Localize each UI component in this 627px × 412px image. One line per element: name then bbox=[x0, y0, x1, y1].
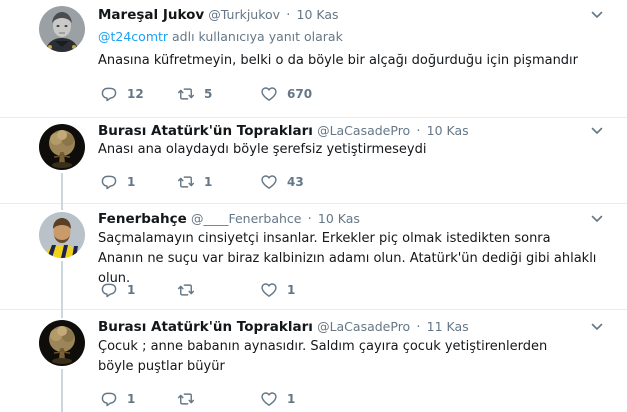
separator-dot: · bbox=[416, 320, 421, 335]
avatar[interactable] bbox=[39, 124, 85, 170]
retweet-icon bbox=[177, 390, 195, 408]
avatar[interactable] bbox=[39, 6, 85, 52]
like-icon bbox=[260, 390, 278, 408]
thread-line bbox=[61, 204, 63, 210]
tweet-header: Mareşal Jukov @Turkjukov · 10 Kas bbox=[98, 7, 339, 24]
reply-icon bbox=[100, 390, 118, 408]
chevron-down-icon[interactable] bbox=[590, 124, 604, 138]
author-handle[interactable]: @____Fenerbahce bbox=[191, 211, 302, 226]
tweet-2[interactable]: Burası Atatürk'ün Toprakları @LaCasadePr… bbox=[0, 118, 627, 204]
like-button[interactable]: 1 bbox=[260, 280, 295, 300]
tweet-header: Burası Atatürk'ün Toprakları @LaCasadePr… bbox=[98, 319, 469, 336]
author-handle[interactable]: @LaCasadePro bbox=[317, 319, 410, 334]
like-count: 1 bbox=[287, 283, 296, 297]
like-count: 43 bbox=[287, 175, 304, 189]
author-name[interactable]: Mareşal Jukov bbox=[98, 7, 204, 23]
reply-button[interactable]: 1 bbox=[100, 280, 135, 300]
tweet-text: Saçmalamayın cinsiyetçi insanlar. Erkekl… bbox=[98, 231, 597, 286]
chevron-down-icon[interactable] bbox=[590, 320, 604, 334]
like-count: 670 bbox=[287, 87, 313, 101]
tweet-text: Anasına küfretmeyin, belki o da böyle bi… bbox=[98, 53, 579, 68]
retweet-button[interactable] bbox=[177, 280, 204, 300]
reply-count: 1 bbox=[127, 392, 136, 406]
avatar[interactable] bbox=[39, 320, 85, 366]
like-button[interactable]: 670 bbox=[260, 84, 312, 104]
retweet-count: 5 bbox=[204, 87, 213, 101]
tweet-1[interactable]: Mareşal Jukov @Turkjukov · 10 Kas @t24co… bbox=[0, 0, 627, 118]
reply-button[interactable]: 12 bbox=[100, 84, 144, 104]
thread-line bbox=[61, 369, 63, 412]
like-button[interactable]: 43 bbox=[260, 172, 304, 192]
tweet-header: Fenerbahçe @____Fenerbahce · 10 Kas bbox=[98, 211, 360, 228]
reply-icon bbox=[100, 281, 118, 299]
reply-button[interactable]: 1 bbox=[100, 172, 135, 192]
reply-icon bbox=[100, 85, 118, 103]
retweet-icon bbox=[177, 281, 195, 299]
retweet-button[interactable]: 1 bbox=[177, 172, 212, 192]
like-count: 1 bbox=[287, 392, 296, 406]
separator-dot: · bbox=[286, 8, 291, 23]
avatar[interactable] bbox=[39, 212, 85, 258]
tweet-time[interactable]: 10 Kas bbox=[318, 211, 360, 226]
retweet-count: 1 bbox=[204, 175, 213, 189]
reply-icon bbox=[100, 173, 118, 191]
reply-count: 12 bbox=[127, 87, 144, 101]
tweet-time[interactable]: 10 Kas bbox=[297, 7, 339, 22]
tweet-header: Burası Atatürk'ün Toprakları @LaCasadePr… bbox=[98, 123, 469, 140]
reply-count: 1 bbox=[127, 283, 136, 297]
separator-dot: · bbox=[307, 212, 312, 227]
author-handle[interactable]: @LaCasadePro bbox=[317, 123, 410, 138]
tweet-3[interactable]: Fenerbahçe @____Fenerbahce · 10 Kas Saçm… bbox=[0, 204, 627, 310]
retweet-icon bbox=[177, 173, 195, 191]
like-button[interactable]: 1 bbox=[260, 389, 295, 409]
like-icon bbox=[260, 173, 278, 191]
like-icon bbox=[260, 281, 278, 299]
thread-line bbox=[61, 173, 63, 204]
author-name[interactable]: Burası Atatürk'ün Toprakları bbox=[98, 319, 313, 335]
chevron-down-icon[interactable] bbox=[590, 8, 604, 22]
tweet-4[interactable]: Burası Atatürk'ün Toprakları @LaCasadePr… bbox=[0, 310, 627, 412]
thread-line bbox=[61, 310, 63, 318]
like-icon bbox=[260, 85, 278, 103]
separator-dot: · bbox=[416, 124, 421, 139]
tweet-text: Çocuk ; anne babanın aynasıdır. Saldım ç… bbox=[98, 339, 548, 374]
author-handle[interactable]: @Turkjukov bbox=[208, 7, 280, 22]
tweet-text: Anası ana olaydaydı böyle şerefsiz yetiş… bbox=[98, 142, 427, 157]
reply-count: 1 bbox=[127, 175, 136, 189]
tweet-time[interactable]: 11 Kas bbox=[427, 319, 469, 334]
tweet-time[interactable]: 10 Kas bbox=[427, 123, 469, 138]
author-name[interactable]: Burası Atatürk'ün Toprakları bbox=[98, 123, 313, 139]
chevron-down-icon[interactable] bbox=[590, 212, 604, 226]
reply-mention-link[interactable]: @t24comtr bbox=[98, 29, 168, 44]
retweet-icon bbox=[177, 85, 195, 103]
retweet-button[interactable]: 5 bbox=[177, 84, 212, 104]
author-name[interactable]: Fenerbahçe bbox=[98, 211, 187, 227]
reply-context-text: adlı kullanıcıya yanıt olarak bbox=[168, 29, 343, 44]
thread-line bbox=[61, 261, 63, 310]
reply-button[interactable]: 1 bbox=[100, 389, 135, 409]
reply-context: @t24comtr adlı kullanıcıya yanıt olarak bbox=[98, 29, 343, 45]
retweet-button[interactable] bbox=[177, 389, 204, 409]
